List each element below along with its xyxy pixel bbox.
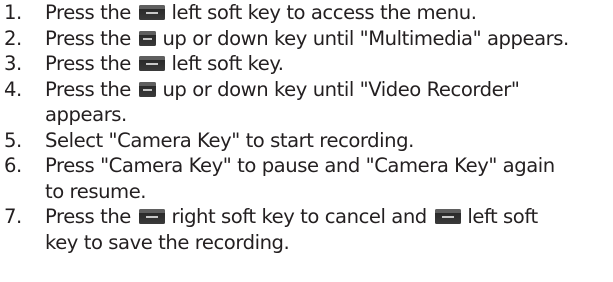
- step-line: key to save the recording.: [45, 230, 613, 256]
- step-text: to resume.: [45, 179, 147, 203]
- step-item: 1. Press the left soft key to access the …: [0, 0, 613, 26]
- step-text: Press the: [45, 205, 137, 228]
- step-text: appears.: [45, 103, 127, 126]
- step-line: to resume.: [45, 179, 613, 205]
- step-line: Press the up or down key until "Multimed…: [45, 26, 613, 52]
- instruction-steps: 1. Press the left soft key to access the …: [0, 0, 613, 255]
- step-text: left soft key to access the menu.: [165, 1, 477, 24]
- step-line: Press the right soft key to cancel and l…: [45, 204, 613, 230]
- step-number: 3.: [4, 52, 22, 75]
- step-item: 2. Press the up or down key until "Multim…: [0, 26, 613, 52]
- step-text: up or down key until "Video Recorder": [156, 77, 520, 101]
- step-number: 2.: [4, 26, 22, 50]
- step-line: Press the up or down key until "Video Re…: [45, 77, 613, 103]
- step-item: 7. Press the right soft key to cancel and…: [0, 204, 613, 255]
- step-number: 5.: [4, 128, 22, 152]
- step-text: Select "Camera Key" to start recording.: [45, 128, 414, 152]
- soft-key-icon: [138, 209, 165, 224]
- step-number: 7.: [4, 205, 22, 228]
- step-item: 5. Select "Camera Key" to start recording…: [0, 128, 613, 154]
- step-text: left soft key.: [165, 52, 284, 75]
- step-text: right soft key to cancel and: [165, 205, 433, 228]
- step-item: 3. Press the left soft key.: [0, 51, 613, 77]
- nav-key-icon: [138, 30, 156, 46]
- step-text: Press the: [45, 77, 137, 101]
- soft-key-icon: [434, 209, 461, 224]
- step-text: left soft: [461, 205, 538, 228]
- step-line: Press the left soft key.: [45, 51, 613, 77]
- step-number: 1.: [4, 1, 22, 24]
- nav-key-icon: [138, 81, 156, 97]
- step-text: key to save the recording.: [45, 230, 290, 254]
- step-text: Press the: [45, 26, 137, 50]
- soft-key-icon: [138, 5, 165, 20]
- step-number: 4.: [4, 77, 22, 101]
- step-item: 6. Press "Camera Key" to pause and "Camer…: [0, 153, 613, 204]
- step-text: Press "Camera Key" to pause and "Camera …: [45, 154, 555, 177]
- step-line: appears.: [45, 102, 613, 128]
- step-text: Press the: [45, 1, 137, 24]
- soft-key-icon: [138, 56, 165, 71]
- step-text: Press the: [45, 52, 137, 75]
- step-line: Press "Camera Key" to pause and "Camera …: [45, 153, 613, 179]
- step-line: Select "Camera Key" to start recording.: [45, 128, 613, 154]
- step-item: 4. Press the up or down key until "Video …: [0, 77, 613, 128]
- step-line: Press the left soft key to access the me…: [45, 0, 613, 26]
- step-number: 6.: [4, 154, 22, 177]
- step-text: up or down key until "Multimedia" appear…: [156, 26, 569, 50]
